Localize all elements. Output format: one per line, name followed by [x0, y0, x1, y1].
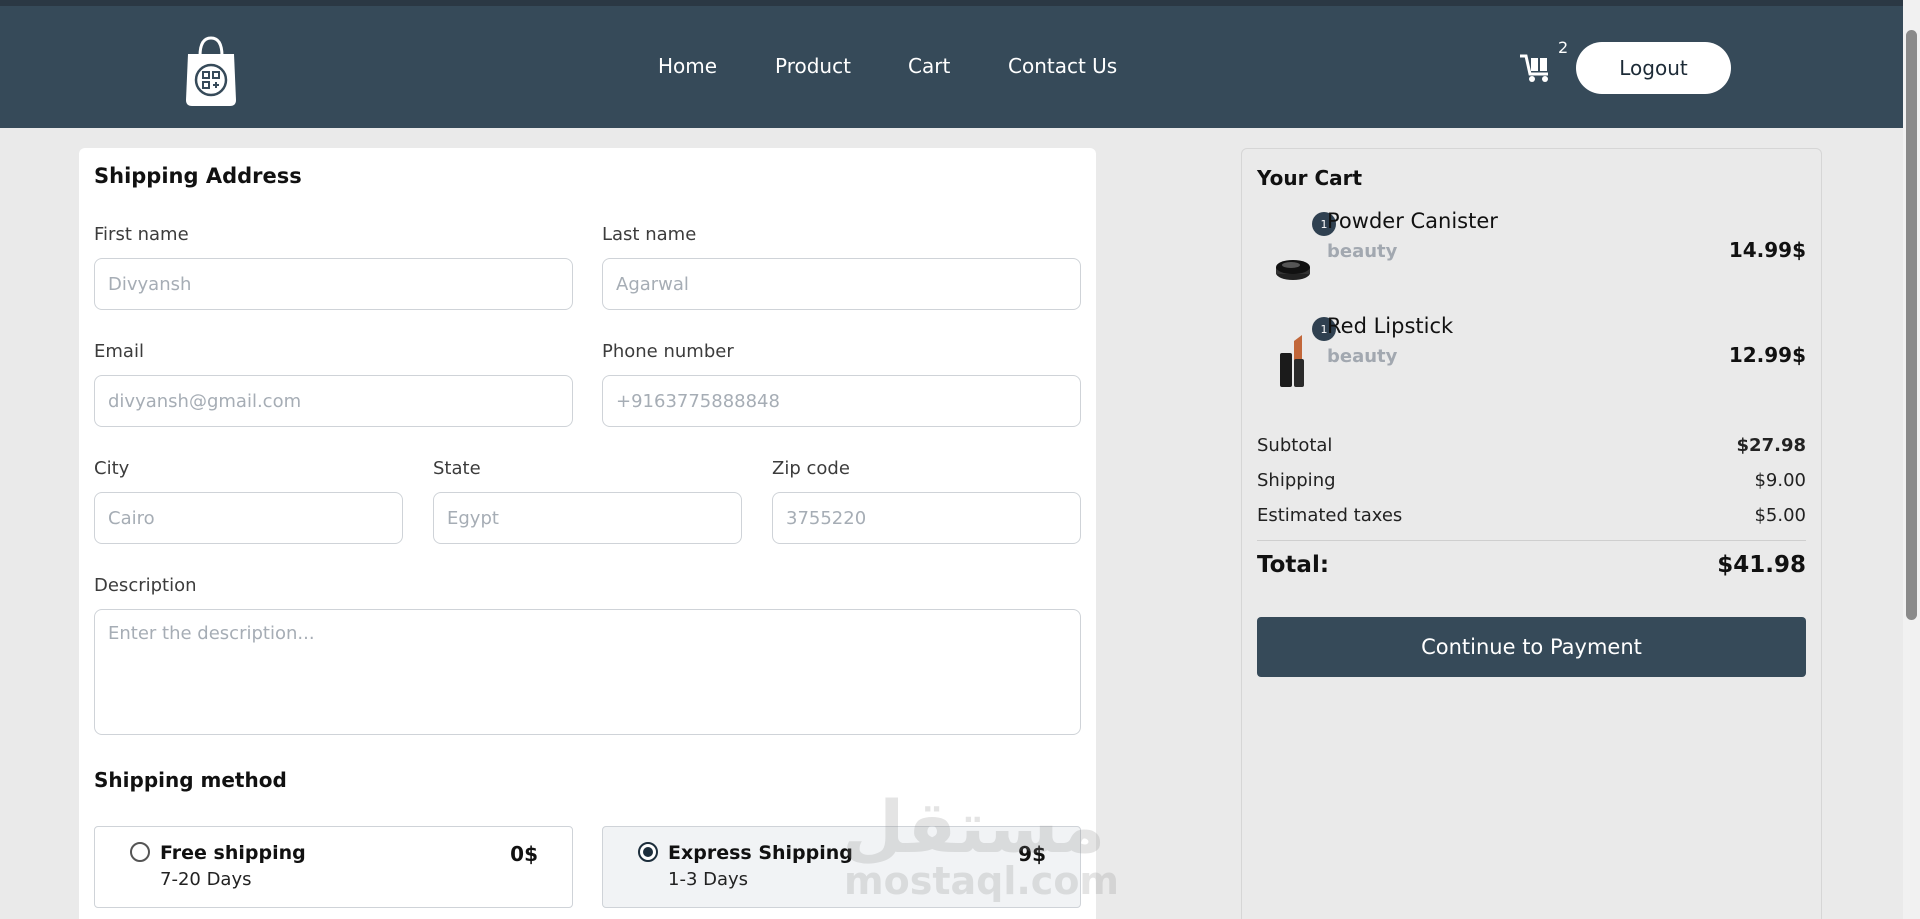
powder-canister-image: [1276, 260, 1310, 280]
first-name-input[interactable]: [94, 258, 573, 310]
total-label: Total:: [1257, 552, 1330, 578]
logout-button[interactable]: Logout: [1576, 42, 1731, 94]
express-shipping-radio[interactable]: [638, 842, 658, 862]
state-input[interactable]: [433, 492, 742, 544]
shipping-method-title: Shipping method: [94, 768, 287, 792]
your-cart-card: Your Cart 1 Powder Canister beauty 14.99…: [1241, 148, 1822, 919]
nav-contact-link[interactable]: Contact Us: [1008, 54, 1117, 78]
page-scrollbar-thumb[interactable]: [1906, 30, 1917, 620]
item-price: 12.99$: [1728, 343, 1806, 367]
shipping-value: $9.00: [1754, 470, 1806, 491]
description-textarea[interactable]: [94, 609, 1081, 735]
shipping-option-price: 0$: [510, 842, 538, 866]
email-input[interactable]: [94, 375, 573, 427]
summary-divider: [1257, 540, 1806, 541]
subtotal-value: $27.98: [1736, 435, 1806, 456]
subtotal-label: Subtotal: [1257, 435, 1333, 456]
item-category: beauty: [1327, 346, 1398, 367]
cart-count-badge: 2: [1558, 38, 1569, 57]
watermark-latin: mostaql.com: [844, 859, 1120, 903]
state-label: State: [433, 458, 481, 479]
phone-label: Phone number: [602, 341, 734, 362]
continue-to-payment-button[interactable]: Continue to Payment: [1257, 617, 1806, 677]
nav-product-link[interactable]: Product: [775, 54, 851, 78]
cart-icon[interactable]: [1518, 52, 1552, 84]
zip-input[interactable]: [772, 492, 1081, 544]
item-name[interactable]: Red Lipstick: [1327, 314, 1453, 338]
zip-label: Zip code: [772, 458, 850, 479]
header: Home Product Cart Contact Us 2 Logout: [0, 6, 1920, 128]
shipping-option-days: 7-20 Days: [160, 869, 252, 890]
first-name-label: First name: [94, 224, 189, 245]
taxes-value: $5.00: [1754, 505, 1806, 526]
email-label: Email: [94, 341, 144, 362]
item-name[interactable]: Powder Canister: [1327, 209, 1498, 233]
nav-cart-link[interactable]: Cart: [908, 54, 950, 78]
watermark-arabic: مستقل: [842, 785, 1106, 869]
shipping-address-title: Shipping Address: [94, 164, 302, 188]
city-label: City: [94, 458, 130, 479]
your-cart-title: Your Cart: [1257, 166, 1363, 190]
red-lipstick-image: [1280, 335, 1304, 387]
shipping-option-days: 1-3 Days: [668, 869, 749, 890]
description-label: Description: [94, 575, 197, 596]
item-category: beauty: [1327, 241, 1398, 262]
item-price: 14.99$: [1728, 238, 1806, 262]
total-value: $41.98: [1717, 552, 1806, 578]
free-shipping-radio[interactable]: [130, 842, 150, 862]
city-input[interactable]: [94, 492, 403, 544]
shipping-label: Shipping: [1257, 470, 1336, 491]
taxes-label: Estimated taxes: [1257, 505, 1403, 526]
shipping-option-name: Free shipping: [160, 842, 306, 864]
last-name-input[interactable]: [602, 258, 1081, 310]
phone-input[interactable]: [602, 375, 1081, 427]
shipping-option-free[interactable]: Free shipping 7-20 Days 0$: [94, 826, 573, 908]
shopping-bag-logo-icon[interactable]: [182, 34, 240, 108]
last-name-label: Last name: [602, 224, 697, 245]
watermark: مستقل mostaql.com: [842, 785, 1119, 905]
shipping-option-name: Express Shipping: [668, 842, 853, 864]
nav-home-link[interactable]: Home: [658, 54, 717, 78]
